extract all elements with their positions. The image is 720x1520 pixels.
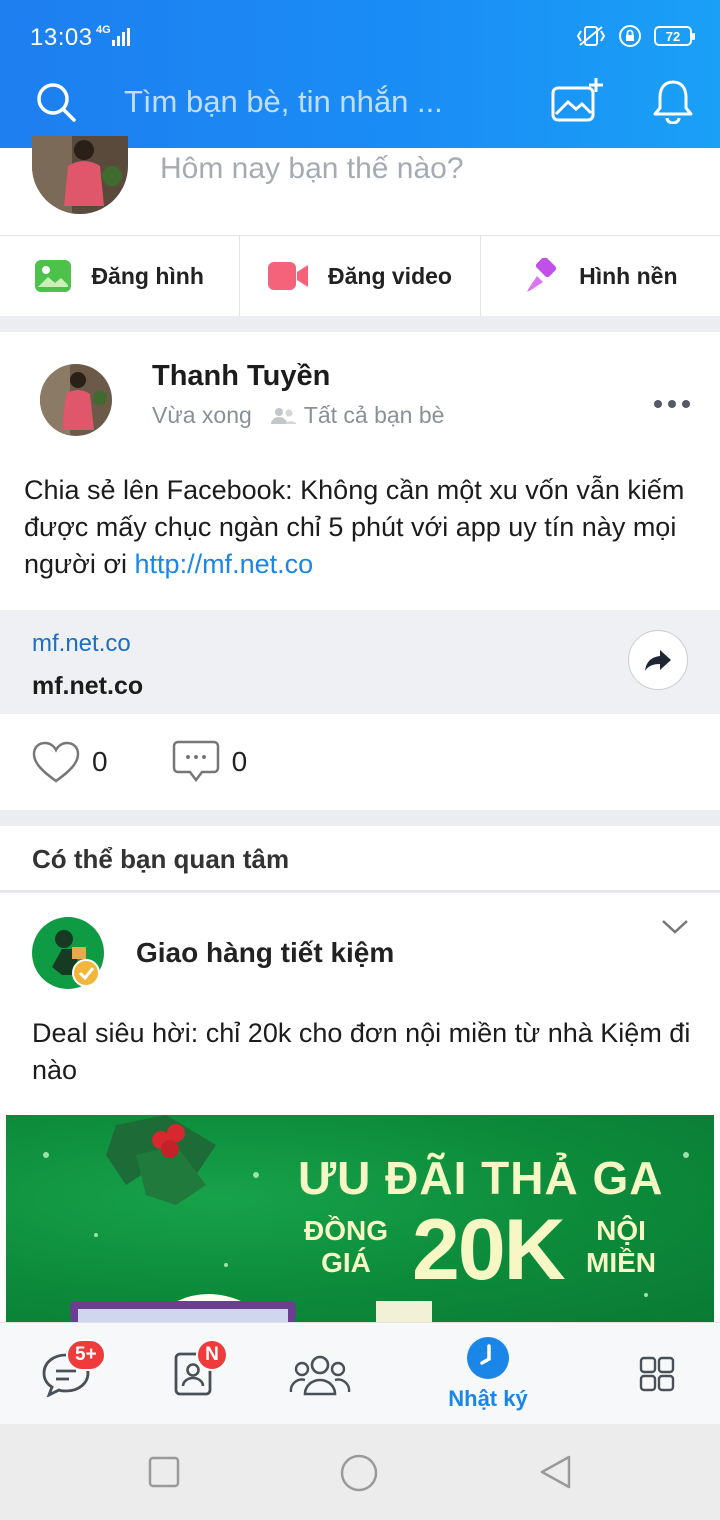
friends-icon xyxy=(270,407,296,424)
messages-badge: 5+ xyxy=(66,1339,106,1371)
post-text: Chia sẻ lên Facebook: Không cần một xu v… xyxy=(24,472,704,583)
status-bar: 13:03 4G 72 xyxy=(0,0,720,56)
tab-groups[interactable] xyxy=(286,1323,354,1425)
network-type: 4G xyxy=(96,24,111,36)
sponsor-name[interactable]: Giao hàng tiết kiệm xyxy=(136,937,394,969)
post-meta: Vừa xong Tất cả bạn bè xyxy=(152,402,444,429)
suggestion-heading: Có thể bạn quan tâm xyxy=(32,844,290,874)
tab-timeline-label: Nhật ký xyxy=(448,1386,528,1411)
battery-level: 72 xyxy=(665,28,681,44)
post-link[interactable]: http://mf.net.co xyxy=(135,549,314,579)
more-options-icon[interactable] xyxy=(652,392,692,416)
like-count: 0 xyxy=(92,746,108,777)
heart-icon xyxy=(32,741,80,783)
tab-contacts[interactable]: N xyxy=(168,1323,228,1425)
post-audience: Tất cả bạn bè xyxy=(303,402,445,428)
comment-count: 0 xyxy=(231,746,248,777)
bell-icon[interactable] xyxy=(652,78,694,124)
banner-price: 20K xyxy=(412,1202,566,1298)
comment-button[interactable]: 0 xyxy=(172,740,248,784)
post-photo-button[interactable]: Đăng hình xyxy=(0,236,241,316)
rotation-lock-icon xyxy=(619,25,641,47)
background-button[interactable]: Hình nền xyxy=(481,236,720,316)
brush-icon xyxy=(527,258,557,292)
recent-apps-icon[interactable] xyxy=(148,1456,180,1488)
preview-title: mf.net.co xyxy=(32,672,144,700)
tab-more[interactable] xyxy=(634,1323,680,1425)
background-label: Hình nền xyxy=(579,262,678,289)
author-avatar[interactable] xyxy=(40,364,112,436)
post-video-button[interactable]: Đăng video xyxy=(240,236,481,316)
status-composer: Hôm nay bạn thế nào? Đăng hình Đăng vide… xyxy=(0,136,720,316)
search-icon[interactable] xyxy=(34,80,78,124)
image-icon xyxy=(35,260,72,292)
banner-headline: ƯU ĐÃI THẢ GA xyxy=(298,1152,664,1204)
home-icon[interactable] xyxy=(340,1454,378,1492)
promo-banner[interactable]: ƯU ĐÃI THẢ GA ĐỒNG GIÁ 20K NỘI MIỀN xyxy=(6,1115,714,1323)
chevron-down-icon[interactable] xyxy=(660,917,690,937)
video-icon xyxy=(268,262,308,290)
app-header: 13:03 4G 72 Tìm bạn bè, tin nhắn ... xyxy=(0,0,720,148)
post-reactions: 0 0 xyxy=(32,740,247,784)
search-input[interactable]: Tìm bạn bè, tin nhắn ... xyxy=(124,84,443,120)
sponsored-post: Giao hàng tiết kiệm Deal siêu hời: chỉ 2… xyxy=(0,893,720,1323)
preview-domain: mf.net.co xyxy=(32,630,131,657)
post-video-label: Đăng video xyxy=(328,262,452,289)
status-time: 13:03 xyxy=(30,24,93,51)
system-nav-bar xyxy=(0,1424,720,1520)
groups-icon xyxy=(289,1355,351,1396)
share-button[interactable] xyxy=(628,630,688,690)
tab-messages[interactable]: 5+ xyxy=(36,1323,106,1425)
user-avatar[interactable] xyxy=(32,136,128,214)
suggestion-header: Có thể bạn quan tâm xyxy=(0,826,720,892)
photo-add-icon[interactable] xyxy=(550,76,604,124)
share-icon xyxy=(645,650,671,671)
battery-icon: 72 xyxy=(654,26,695,46)
contacts-badge: N xyxy=(196,1339,228,1371)
signal-icon xyxy=(112,28,130,46)
grid-icon xyxy=(639,1356,675,1392)
vibrate-icon xyxy=(576,26,606,46)
like-button[interactable]: 0 xyxy=(32,741,108,783)
banner-right-text: NỘI MIỀN xyxy=(586,1215,656,1278)
sponsor-description: Deal siêu hời: chỉ 20k cho đơn nội miền … xyxy=(32,1018,691,1085)
clock-icon xyxy=(467,1337,509,1379)
post-time: Vừa xong xyxy=(152,402,252,428)
link-preview[interactable]: mf.net.co mf.net.co xyxy=(0,610,720,714)
author-name[interactable]: Thanh Tuyền xyxy=(152,360,330,393)
post-photo-label: Đăng hình xyxy=(91,262,204,289)
status-prompt[interactable]: Hôm nay bạn thế nào? xyxy=(160,152,464,186)
tab-timeline[interactable]: Nhật ký xyxy=(432,1323,544,1425)
back-icon[interactable] xyxy=(538,1454,572,1490)
post-text-content: Chia sẻ lên Facebook: Không cần một xu v… xyxy=(24,475,685,579)
banner-left-text: ĐỒNG GIÁ xyxy=(304,1215,388,1278)
bottom-nav: 5+ N Nhật ký xyxy=(0,1322,720,1424)
comment-icon xyxy=(172,740,219,783)
ghtk-logo-icon[interactable] xyxy=(32,917,104,989)
feed-post: Thanh Tuyền Vừa xong Tất cả bạn bè Chia … xyxy=(0,332,720,810)
